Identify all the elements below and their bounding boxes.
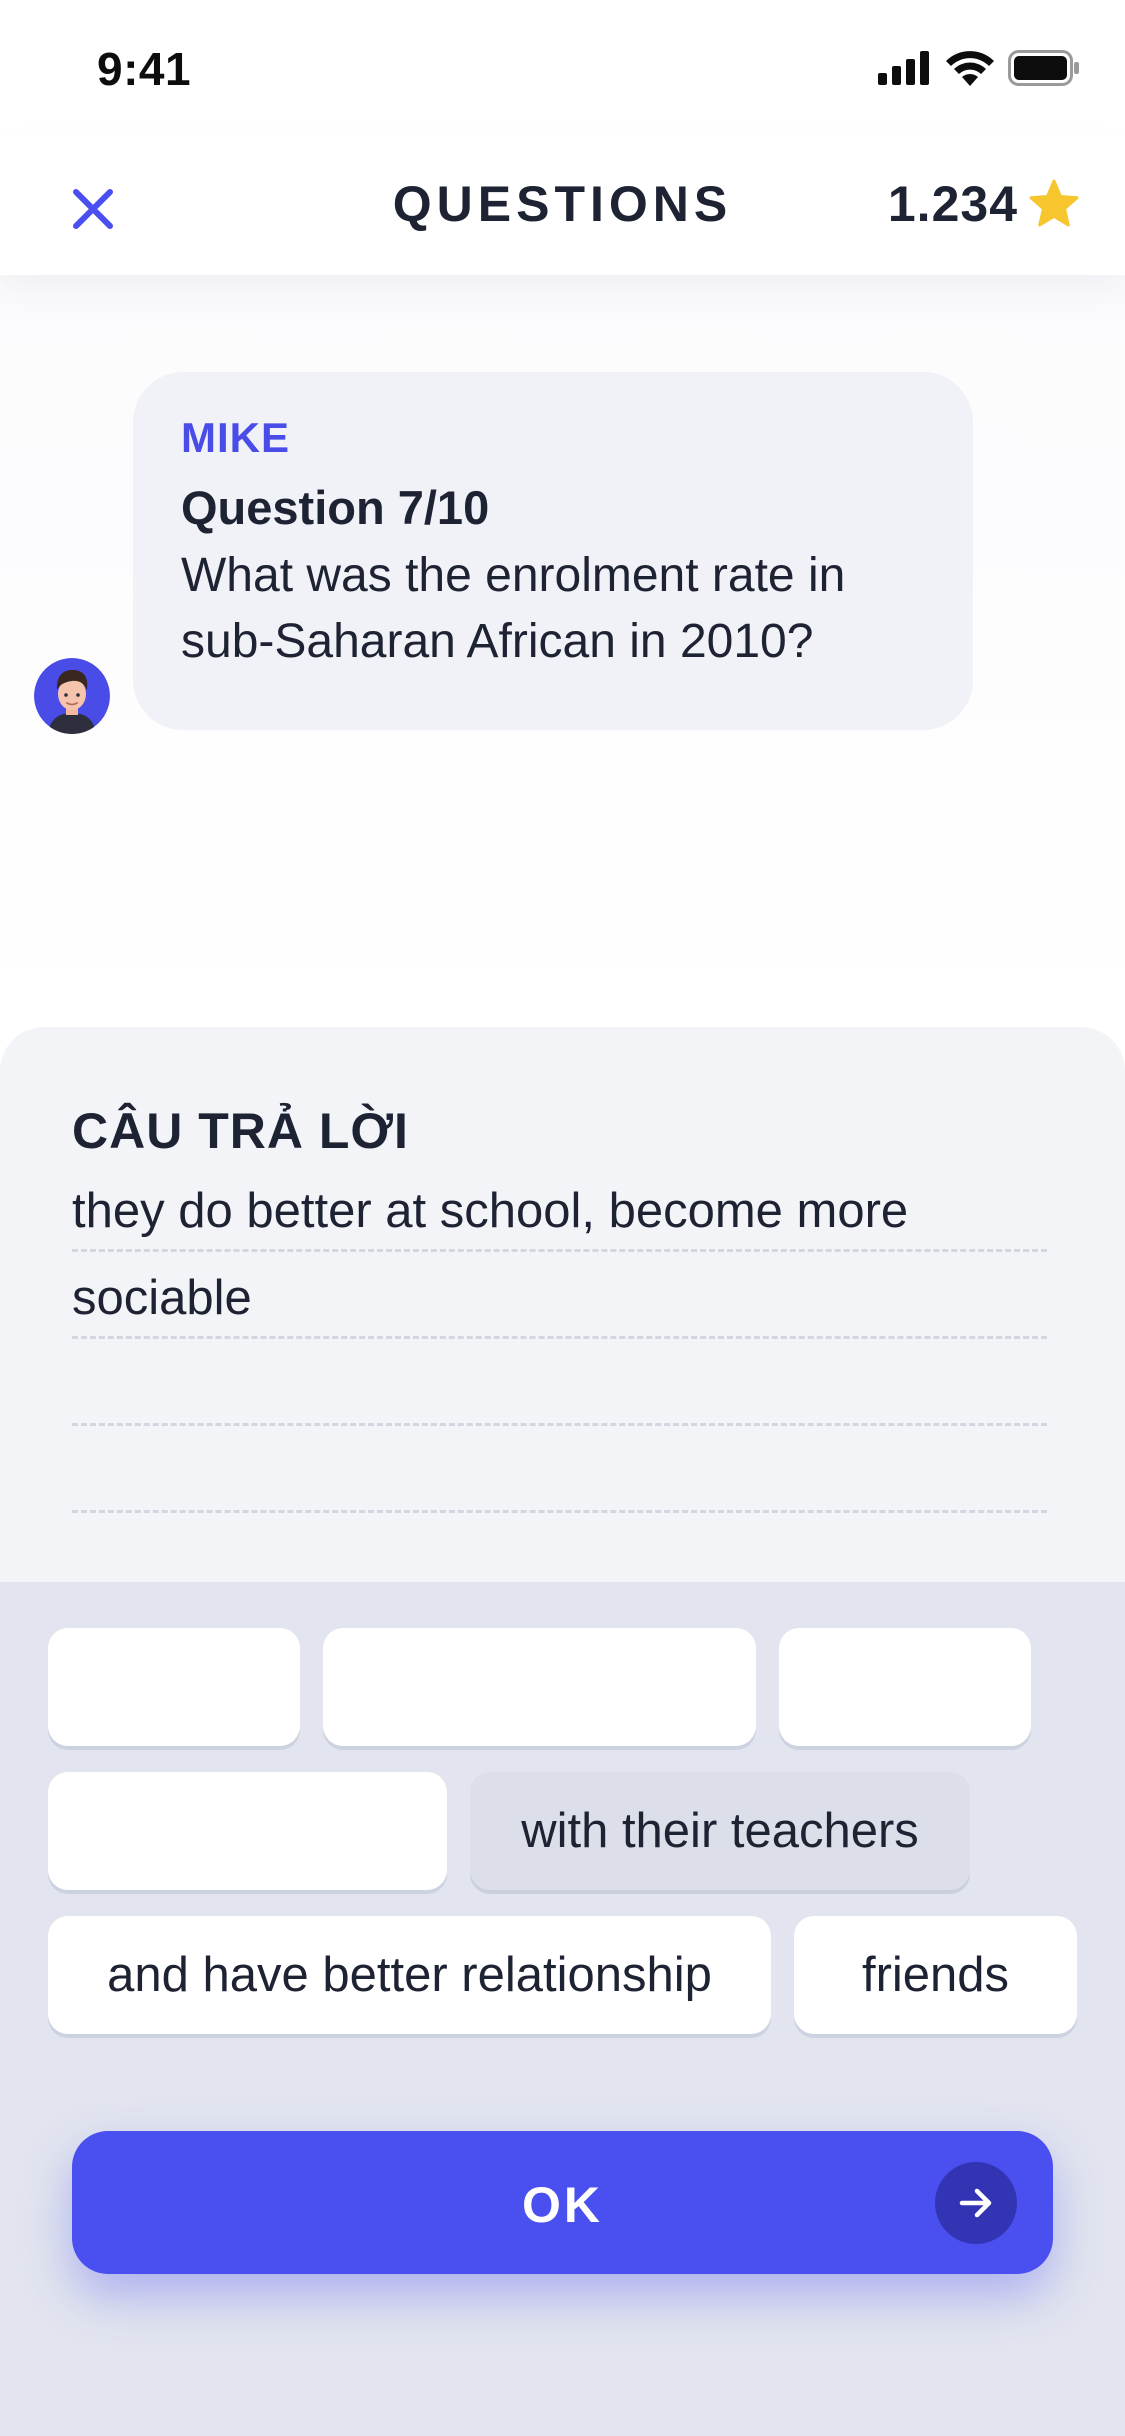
score-value: 1.234 (887, 176, 1018, 232)
status-icons (878, 50, 1080, 86)
word-chip[interactable] (48, 1772, 447, 1890)
answer-line[interactable]: they do better at school, become more (72, 1165, 1047, 1252)
answer-line-text: they do better at school, become more (72, 1184, 909, 1238)
answer-line[interactable] (72, 1339, 1047, 1426)
ok-button-label: OK (522, 2177, 603, 2233)
battery-icon (1008, 50, 1079, 86)
answer-line[interactable]: sociable (72, 1252, 1047, 1339)
answer-line-text: sociable (72, 1271, 252, 1325)
star-icon (1029, 179, 1079, 227)
word-chip[interactable]: and have better relationship (48, 1916, 771, 2034)
question-text: What was the enrolment rate in sub-Sahar… (181, 549, 846, 668)
screen: 9:41 QUESTIONS 1.234 MIKE Question 7/10 … (0, 0, 1125, 2436)
status-bar: 9:41 (0, 0, 1125, 135)
question-number: Question 7/10 (181, 481, 490, 534)
answer-line[interactable] (72, 1426, 1047, 1513)
arrow-right-icon (935, 2162, 1017, 2244)
answer-panel: CÂU TRẢ LỜI they do better at school, be… (0, 1027, 1125, 1587)
sender-name: MIKE (181, 414, 290, 461)
word-bank: with their teachers and have better rela… (0, 1582, 1125, 2436)
answer-title: CÂU TRẢ LỜI (72, 1103, 409, 1159)
wifi-icon (946, 51, 994, 86)
word-chip[interactable] (323, 1628, 756, 1746)
score-display: 1.234 (888, 175, 1080, 233)
question-bubble: MIKE Question 7/10 What was the enrolmen… (133, 372, 973, 730)
cellular-signal-icon (878, 51, 929, 85)
word-chip[interactable] (779, 1628, 1031, 1746)
app-header: QUESTIONS 1.234 (0, 135, 1125, 275)
word-chip[interactable] (48, 1628, 300, 1746)
status-time: 9:41 (97, 43, 192, 95)
word-chip-used[interactable]: with their teachers (470, 1772, 970, 1890)
ok-button[interactable]: OK (72, 2131, 1053, 2274)
word-chip[interactable]: friends (794, 1916, 1077, 2034)
user-avatar (34, 658, 110, 734)
